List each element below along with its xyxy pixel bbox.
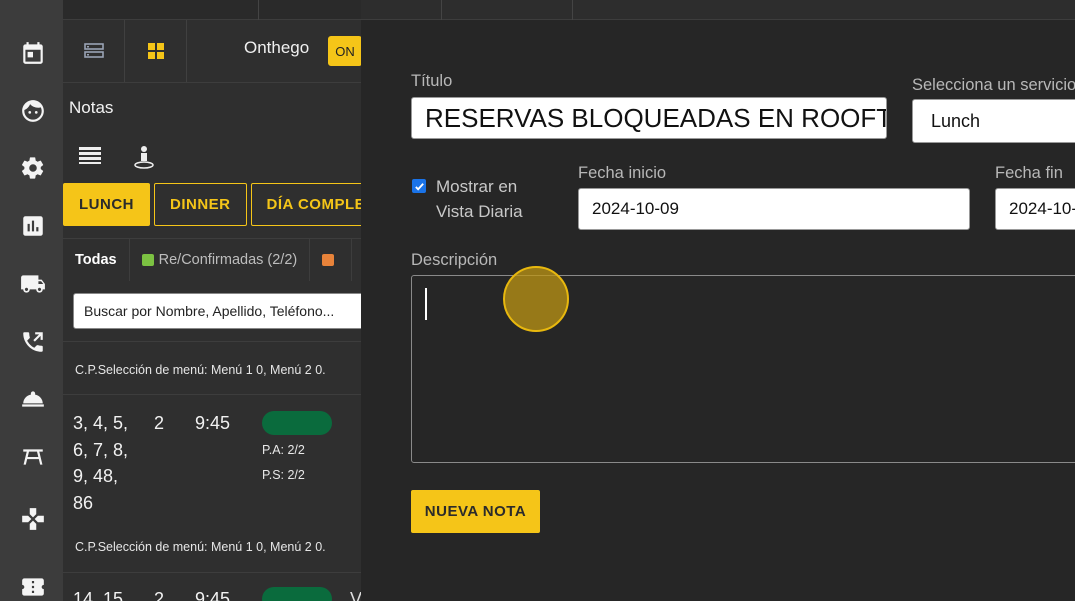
grid-view-button[interactable] [125,20,187,82]
table-numbers: 14, 15 [73,589,124,601]
note-dialog: Título RESERVAS BLOQUEADAS EN ROOFTOP Se… [361,0,1075,601]
list-view-button[interactable] [63,20,125,82]
show-daily-checkbox[interactable] [412,179,426,193]
start-date-input[interactable]: 2024-10-09 [578,188,970,230]
ticket-icon[interactable] [16,570,50,601]
app-root: Onthego ON Notas LUNCH DINNER DÍA COMPLE… [0,0,1075,601]
table-numbers: 3, 4, 5, 6, 7, 8, 9, 48, 86 [73,413,129,513]
service-select[interactable]: Lunch [912,99,1075,143]
truck-icon[interactable] [16,267,50,301]
row-trailing-text: V [350,589,361,601]
service-full-day-button[interactable]: DÍA COMPLETO [250,183,361,226]
phone-transfer-icon[interactable] [16,325,50,359]
nueva-nota-button[interactable]: NUEVA NOTA [411,490,540,533]
nav-rail [0,0,63,601]
calendar-icon[interactable] [16,36,50,70]
status-swatch [322,254,335,266]
view-icons [77,145,155,169]
grid-icon [147,43,164,59]
tab-confirmadas[interactable]: Re/Confirmadas (2/2) [130,239,311,281]
start-date-label: Fecha inicio [578,164,667,182]
panel-top-strip [63,0,361,20]
pax-count: 2 [154,413,165,433]
divider [258,0,259,20]
gamepad-icon[interactable] [16,502,50,536]
tab-pending[interactable] [310,239,353,281]
filter-tabs: Todas Re/Confirmadas (2/2) [63,238,361,281]
tab-label: Todas [75,252,117,268]
description-label: Descripción [411,251,498,269]
onthego-label: Onthego [244,38,310,57]
divider [441,0,442,20]
divider [63,572,361,573]
pa-count: P.A: 2/2 [262,443,305,457]
reservation-time: 9:45 [195,413,231,433]
menu-note: C.P.Selección de menú: Menú 1 0, Menú 2 … [75,540,326,554]
menu-note: C.P.Selección de menú: Menú 1 0, Menú 2 … [75,363,326,377]
service-lunch-button[interactable]: LUNCH [63,183,150,226]
title-input[interactable]: RESERVAS BLOQUEADAS EN ROOFTOP [411,97,887,139]
end-date-label: Fecha fin [995,164,1063,182]
search-input[interactable]: Buscar por Nombre, Apellido, Teléfono... [73,293,361,329]
tab-label: Re/Confirmadas (2/2) [158,252,298,268]
person-pin-icon[interactable] [133,145,155,169]
divider [63,341,361,342]
tab-todas[interactable]: Todas [63,239,130,281]
dialog-top-strip [361,0,1075,20]
panel-toolbar: Onthego ON [63,20,361,83]
divider [572,0,573,20]
ps-count: P.S: 2/2 [262,468,305,482]
divider [63,394,361,395]
reservations-panel: Onthego ON Notas LUNCH DINNER DÍA COMPLE… [63,0,361,601]
server-list-icon [83,43,104,58]
status-swatch [141,254,154,266]
onthego-toggle[interactable]: ON [328,36,361,66]
service-label: Selecciona un servicio [912,76,1075,94]
status-badge[interactable] [262,411,332,435]
click-indicator [503,266,569,332]
text-caret [425,288,427,320]
face-icon[interactable] [16,94,50,128]
reservation-time: 9:45 [195,589,231,601]
gear-icon[interactable] [16,151,50,185]
table-icon[interactable] [16,440,50,474]
rows-icon[interactable] [77,145,103,165]
status-badge[interactable] [262,587,332,601]
service-dinner-button[interactable]: DINNER [154,183,247,226]
show-daily-label: Mostrar en Vista Diaria [436,177,523,221]
end-date-input[interactable]: 2024-10-09 [995,188,1075,230]
bell-icon[interactable] [16,382,50,416]
service-buttons: LUNCH DINNER DÍA COMPLETO [63,183,361,226]
chart-icon[interactable] [16,209,50,243]
notas-heading: Notas [69,98,114,117]
check-icon [414,182,424,191]
pax-count: 2 [154,589,165,601]
title-label: Título [411,72,453,90]
